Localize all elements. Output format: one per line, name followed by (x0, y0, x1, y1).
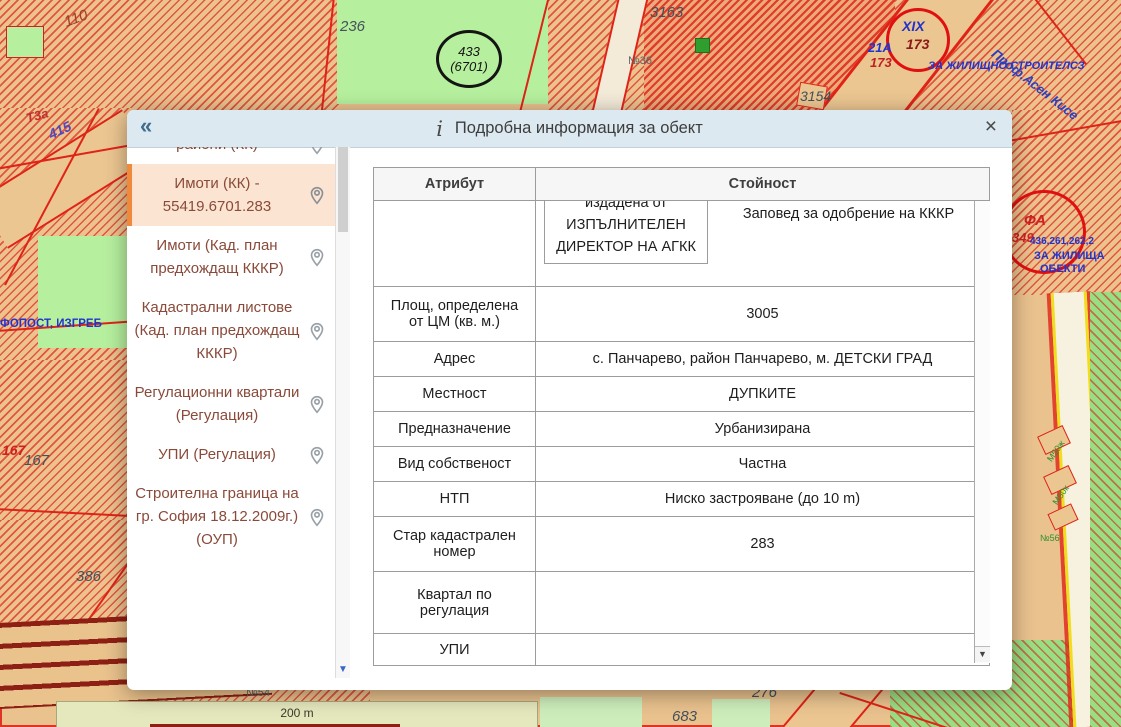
location-pin-icon (301, 147, 333, 156)
map-label-433: 433 (458, 44, 480, 59)
sidebar-item-rayoni-kk[interactable]: райони (КК) (127, 147, 335, 164)
parcel-number-circle: 433 (6701) (436, 30, 502, 88)
table-row: Вид собственост Частна (374, 447, 990, 482)
map-label-n56: №56 (1040, 533, 1060, 543)
table-header-row: Атрибут Стойност (374, 168, 990, 201)
map-label-6701: (6701) (450, 59, 488, 74)
map-label-3163: 3163 (650, 4, 683, 21)
nested-value-cell: Заповед за одобрение на КККР (708, 201, 989, 222)
location-pin-icon (301, 393, 333, 415)
map-label-173: 173 (870, 55, 892, 70)
sidebar-item-imoti-kk-selected[interactable]: Имоти (КК) - 55419.6701.283 (127, 164, 335, 226)
map-label-3154: 3154 (800, 88, 831, 104)
location-pin-icon (301, 506, 333, 528)
attribute-table: Атрибут Стойност издадена от ИЗПЪЛНИТЕЛЕ… (373, 167, 990, 666)
hatched-parcel (0, 360, 130, 520)
sidebar-item-stroitelna-granica[interactable]: Строителна граница на гр. София 18.12.20… (127, 474, 335, 559)
green-parcel (6, 26, 44, 58)
table-row: Площ, определена от ЦМ (кв. м.) 3005 (374, 287, 990, 342)
scale-label: 200 m (57, 706, 537, 720)
map-label-zhilishta: ЗА ЖИЛИЩА (1034, 250, 1105, 262)
map-label-683: 683 (672, 708, 697, 725)
dialog-title-group: i Подробна информация за обект (436, 117, 703, 141)
map-label-obekti: ОБЕКТИ (1040, 263, 1085, 275)
close-icon[interactable]: × (985, 115, 997, 139)
map-label-xix: XIX (902, 18, 925, 34)
col-header-value: Стойност (536, 168, 990, 201)
info-icon: i (436, 117, 443, 141)
location-pin-icon (301, 320, 333, 342)
table-row: Предназначение Урбанизирана (374, 412, 990, 447)
scroll-down-icon[interactable]: ▼ (336, 662, 350, 678)
dialog-title: Подробна информация за обект (455, 119, 703, 138)
location-pin-icon (301, 444, 333, 466)
table-row: УПИ (374, 634, 990, 666)
green-parcel (540, 697, 642, 727)
sidebar-item-upi-regulacia[interactable]: УПИ (Регулация) (127, 435, 335, 474)
map-label-167-red: 167 (2, 442, 25, 458)
location-pin-icon (301, 184, 333, 206)
sidebar-item-imoti-kad-plan[interactable]: Имоти (Кад. план предхождащ КККР) (127, 226, 335, 288)
layer-list: райони (КК) Имоти (КК) - 55419.6701.283 … (127, 147, 335, 690)
sidebar-scrollbar[interactable]: ▼ (335, 147, 350, 678)
scrollbar-thumb[interactable] (338, 147, 348, 232)
app-root: 433 (6701) 200 m 110 236 3163 №36 3154 X… (0, 0, 1121, 727)
map-label-386: 386 (76, 568, 101, 585)
table-row: Адрес с. Панчарево, район Панчарево, м. … (374, 342, 990, 377)
sidebar-item-kadastralni-listove[interactable]: Кадастрални листове (Кад. план предхожда… (127, 288, 335, 373)
scroll-down-icon[interactable]: ▼ (975, 646, 990, 662)
dialog-header: « i Подробна информация за обект × (127, 110, 1012, 148)
location-pin-icon (301, 246, 333, 268)
map-label-fa: ФА (1024, 212, 1046, 229)
hatched-parcel (0, 520, 135, 628)
attribute-table-wrap: Атрибут Стойност издадена от ИЗПЪЛНИТЕЛЕ… (373, 167, 990, 664)
table-row-partial: издадена от ИЗПЪЛНИТЕЛЕН ДИРЕКТОР НА АГК… (374, 201, 990, 287)
map-label-n36: №36 (628, 55, 652, 67)
map-label-236: 236 (340, 18, 365, 35)
green-marker (695, 38, 710, 53)
map-label-21a: 21А (868, 40, 892, 55)
map-label-xix-173: 173 (906, 36, 929, 52)
sidebar-item-regulacionni-kvartali[interactable]: Регулационни квартали (Регулация) (127, 373, 335, 435)
table-scrollbar[interactable]: ▼ (974, 201, 990, 663)
green-parcel (712, 699, 770, 727)
table-row: Квартал по регулация (374, 572, 990, 634)
collapse-button[interactable]: « (140, 113, 152, 139)
map-label-fopost: ФОПОСТ, ИЗГРЕБ (0, 318, 102, 330)
table-row: Стар кадастрален номер 283 (374, 517, 990, 572)
map-label-nums: 436,261,262,2 (1030, 236, 1094, 247)
green-parcel (38, 236, 138, 348)
nested-value-cell: издадена от ИЗПЪЛНИТЕЛЕН ДИРЕКТОР НА АГК… (544, 201, 708, 264)
table-row: НТП Ниско застрояване (до 10 m) (374, 482, 990, 517)
col-header-attribute: Атрибут (374, 168, 536, 201)
green-hatched-parcel (1090, 292, 1121, 727)
map-label-167: 167 (24, 452, 49, 469)
object-info-dialog: « i Подробна информация за обект × район… (127, 110, 1012, 690)
table-row: Местност ДУПКИТЕ (374, 377, 990, 412)
